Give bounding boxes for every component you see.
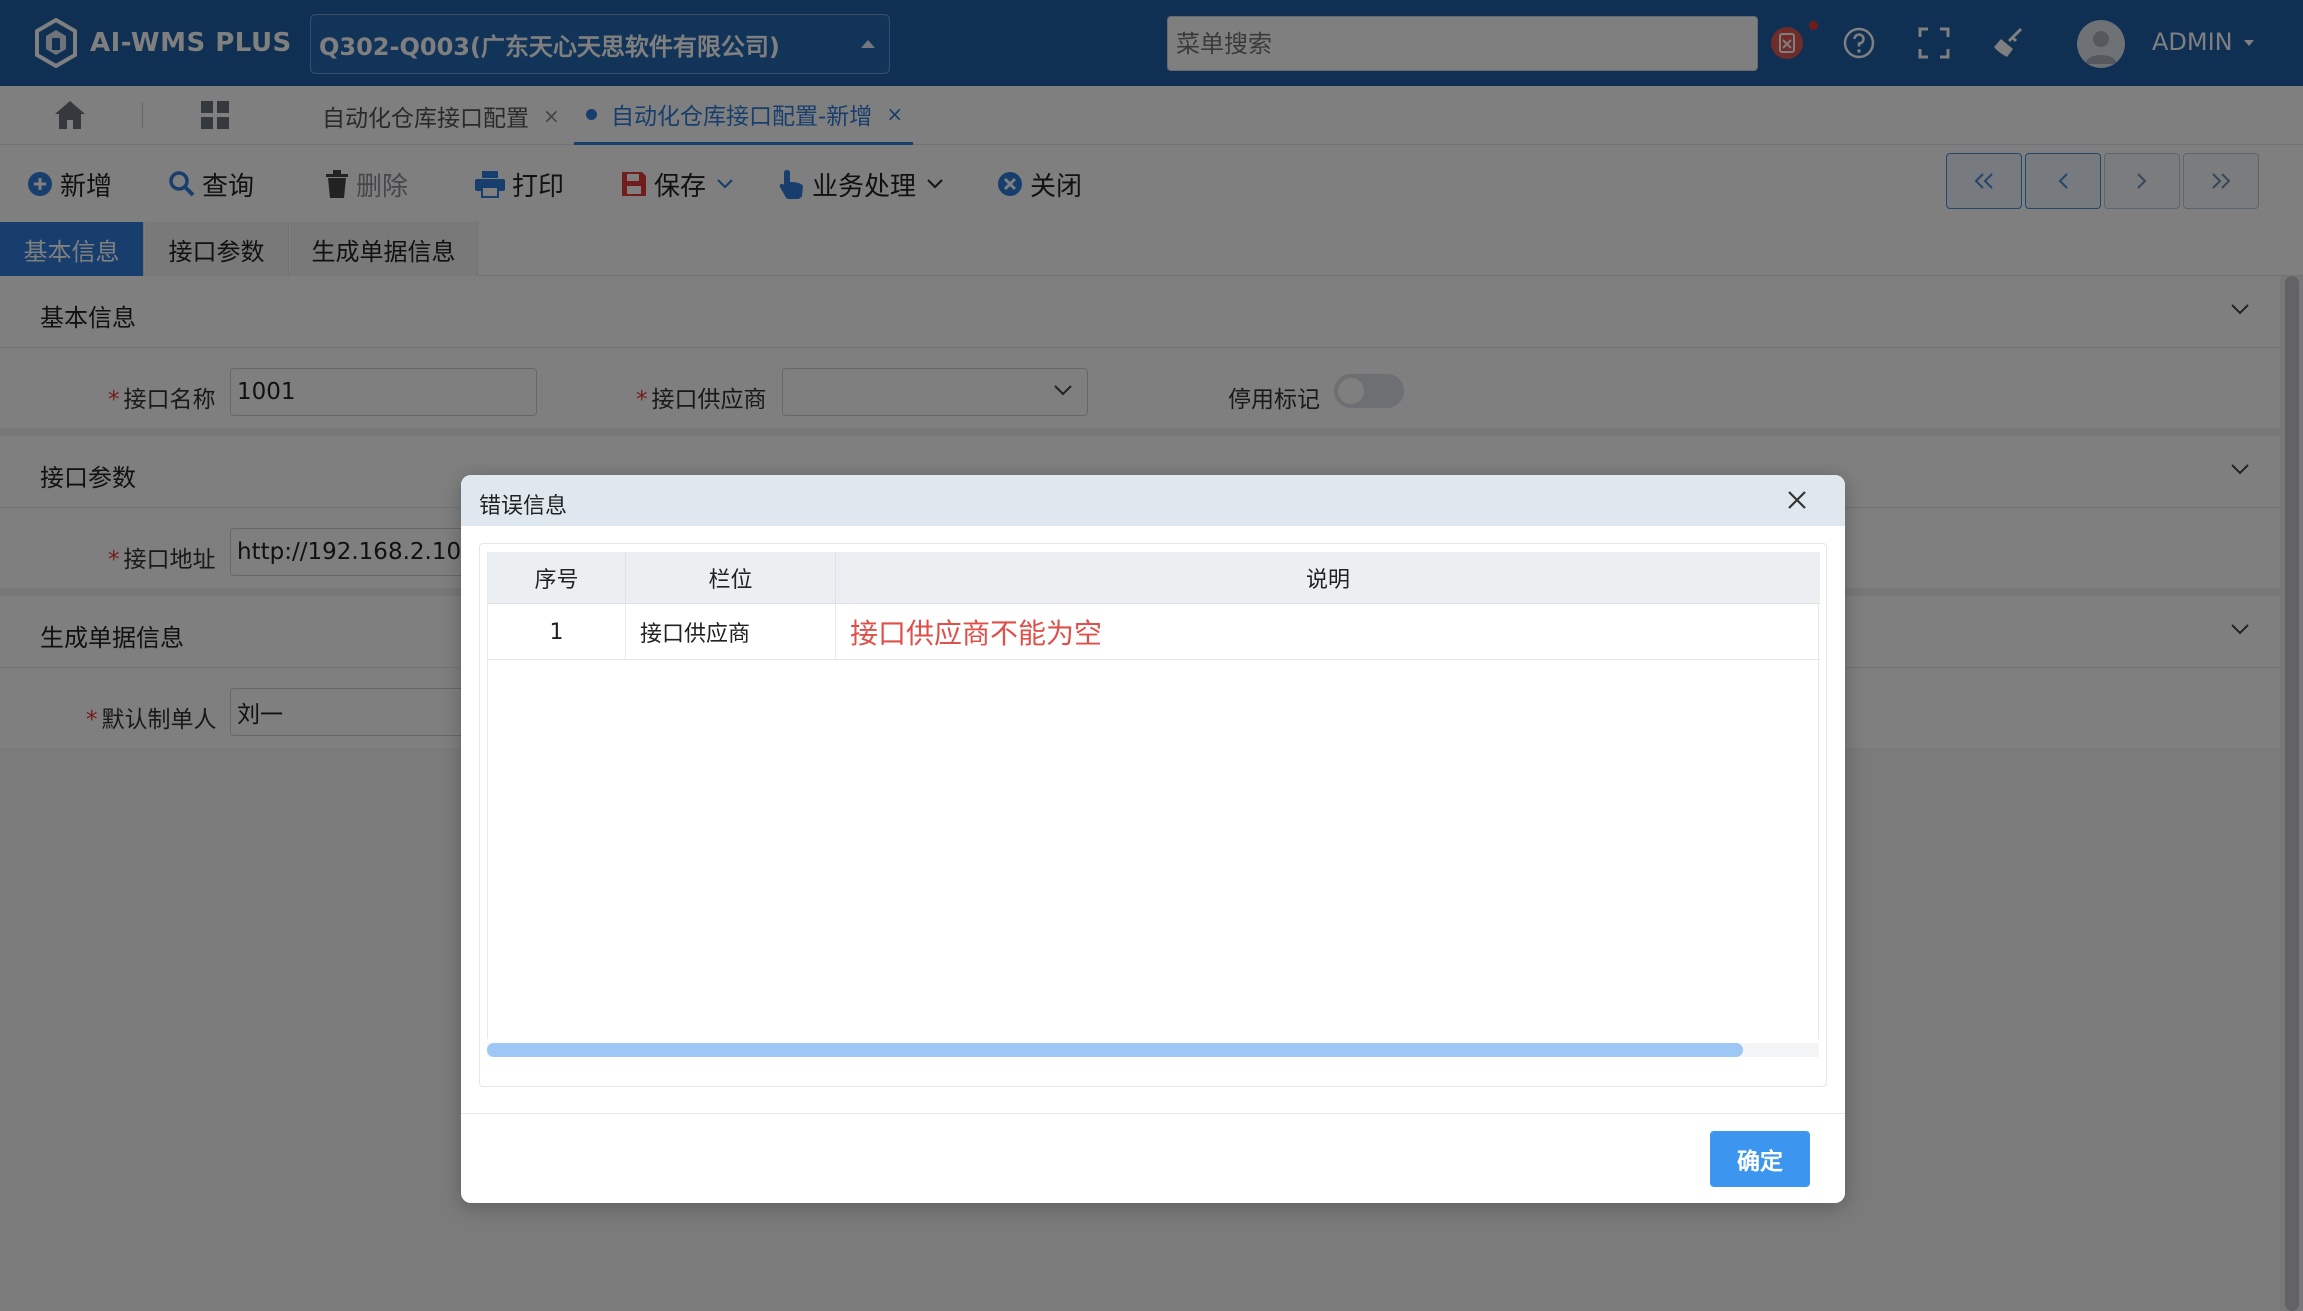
table-header: 序号 栏位 说明 <box>488 552 1820 604</box>
dialog-title: 错误信息 <box>479 494 568 519</box>
table-row[interactable]: 1 接口供应商 接口供应商不能为空 <box>488 604 1820 660</box>
table-scrollbar-track <box>487 1043 1819 1057</box>
cell-no: 1 <box>488 604 626 660</box>
error-table: 序号 栏位 说明 1 接口供应商 接口供应商不能为空 <box>487 552 1820 1039</box>
close-icon[interactable] <box>1785 488 1809 512</box>
error-dialog: 错误信息 序号 栏位 说明 1 接口供应商 接口供应商不能为空 确定 <box>461 475 1845 1203</box>
column-header-desc: 说明 <box>1305 568 1350 593</box>
table-scrollbar[interactable] <box>487 1043 1743 1057</box>
confirm-button[interactable]: 确定 <box>1710 1131 1810 1187</box>
cell-desc: 接口供应商不能为空 <box>836 604 1820 660</box>
error-message: 接口供应商不能为空 <box>850 617 1103 650</box>
cell-field: 接口供应商 <box>626 604 836 660</box>
dialog-header: 错误信息 <box>461 475 1845 526</box>
column-header-no: 序号 <box>488 552 626 604</box>
column-header-field: 栏位 <box>626 552 836 604</box>
dialog-divider <box>461 1113 1845 1114</box>
